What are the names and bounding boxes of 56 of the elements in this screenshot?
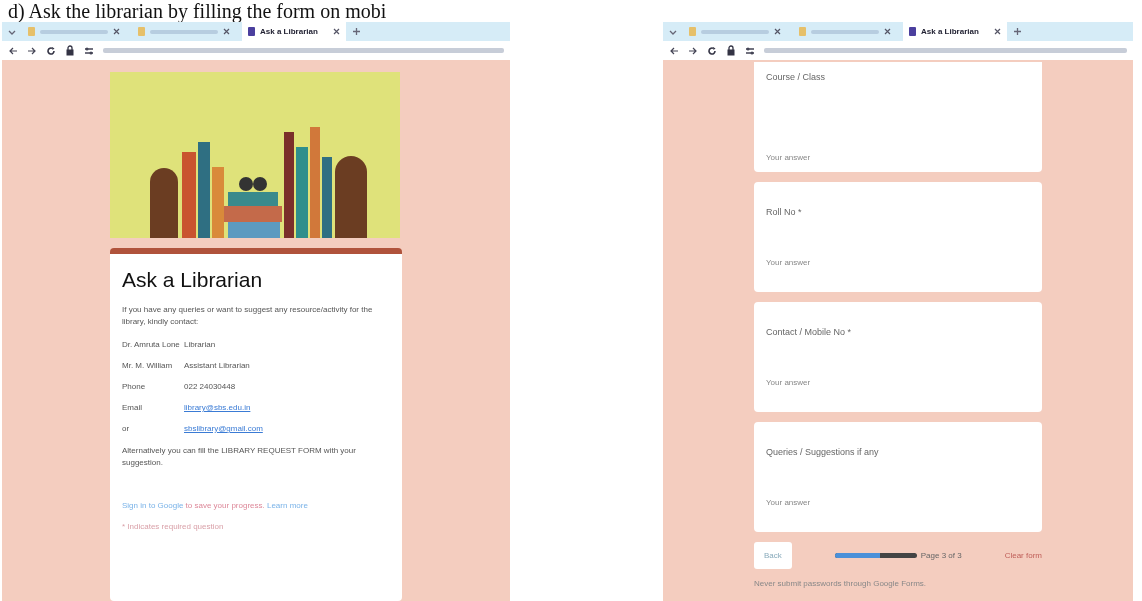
favicon-icon	[28, 27, 35, 36]
back-icon[interactable]	[8, 45, 18, 56]
close-icon[interactable]	[113, 28, 120, 35]
sign-in-text: Sign in to Google to save your progress. Learn more	[122, 501, 309, 510]
question-label: Course / Class	[766, 72, 827, 82]
favicon-icon	[689, 27, 696, 36]
contact-value: Assistant Librarian	[184, 361, 250, 370]
browser-tab[interactable]: Ask a Librarian	[242, 22, 346, 41]
footer-note: Never submit passwords through Google Forms.	[754, 579, 928, 588]
clear-form-link[interactable]: Clear form	[1004, 551, 1042, 560]
contact-label: Phone	[122, 382, 147, 391]
learn-more-link[interactable]: Learn more	[266, 501, 308, 510]
forward-icon[interactable]	[688, 45, 698, 56]
form-description: If you have any queries or want to suggest any resource/activity for the library, kindly contact:	[122, 304, 374, 328]
back-button[interactable]: Back	[754, 542, 792, 569]
new-tab-icon[interactable]	[1013, 27, 1022, 36]
contact-value: Librarian	[184, 340, 216, 349]
question-label: Roll No *	[766, 207, 803, 218]
tab-title: Ask a Librarian	[921, 27, 980, 36]
form-note: Alternatively you can fill the LIBRARY REQUEST FORM with your suggestion.	[122, 445, 357, 469]
question-label: Queries / Suggestions if any	[766, 447, 880, 458]
page-heading: d) Ask the librarian by filling the form on mobi	[8, 0, 387, 22]
tune-icon[interactable]	[84, 45, 94, 56]
email-link[interactable]: sbslibrary@gmail.com	[184, 424, 263, 433]
forward-icon[interactable]	[27, 45, 37, 56]
new-tab-icon[interactable]	[352, 27, 361, 36]
email-link[interactable]: library@sbs.edu.in	[184, 403, 251, 412]
contact-label: Mr. M. William	[122, 361, 174, 370]
required-note: * Indicates required question	[122, 522, 225, 531]
url-field[interactable]	[103, 48, 504, 53]
contact-label: Email	[122, 403, 143, 412]
reload-icon[interactable]	[707, 45, 717, 56]
contact-value: 022 24030448	[184, 382, 236, 391]
sign-in-link[interactable]: Sign in to Google	[122, 501, 184, 510]
tab-title: Ask a Librarian	[260, 27, 319, 36]
close-icon[interactable]	[884, 28, 891, 35]
close-icon[interactable]	[333, 28, 340, 35]
contact-label: or	[122, 424, 131, 433]
favicon-icon	[248, 27, 255, 36]
url-field[interactable]	[764, 48, 1127, 53]
lock-icon[interactable]	[726, 45, 736, 56]
form-title: Ask a Librarian	[122, 268, 264, 292]
close-icon[interactable]	[994, 28, 1001, 35]
reload-icon[interactable]	[46, 45, 56, 56]
favicon-icon	[909, 27, 916, 36]
page-indicator: Page 3 of 3	[920, 551, 962, 560]
browser-tab[interactable]: Ask a Librarian	[903, 22, 1007, 41]
close-icon[interactable]	[774, 28, 781, 35]
favicon-icon	[799, 27, 806, 36]
favicon-icon	[138, 27, 145, 36]
back-icon[interactable]	[669, 45, 679, 56]
question-label: Contact / Mobile No *	[766, 327, 853, 338]
close-icon[interactable]	[223, 28, 230, 35]
tune-icon[interactable]	[745, 45, 755, 56]
lock-icon[interactable]	[65, 45, 75, 56]
contact-label: Dr. Amruta Lone	[122, 340, 181, 349]
